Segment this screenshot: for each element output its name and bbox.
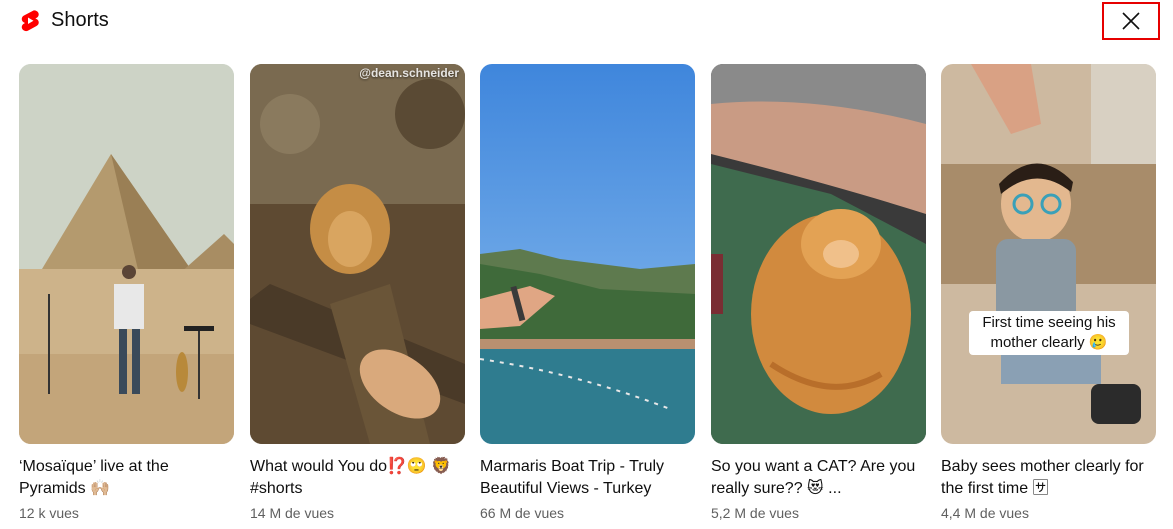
- short-thumbnail[interactable]: [480, 64, 695, 444]
- shorts-logo-icon: [20, 9, 40, 33]
- short-title[interactable]: Marmaris Boat Trip - Truly Beautiful Vie…: [480, 456, 692, 500]
- short-card[interactable]: So you want a CAT? Are you really sure??…: [711, 64, 926, 524]
- short-card[interactable]: ‘Mosaïque’ live at the Pyramids 🙌🏼 12 k …: [19, 64, 234, 524]
- short-thumbnail[interactable]: First time seeing his mother clearly 🥲: [941, 64, 1156, 444]
- close-button[interactable]: [1102, 2, 1160, 40]
- creator-watermark: @dean.schneider: [359, 66, 459, 80]
- close-icon: [1122, 12, 1140, 30]
- short-title[interactable]: What would You do⁉️🙄 🦁 #shorts: [250, 456, 462, 500]
- short-thumbnail[interactable]: @dean.schneider: [250, 64, 465, 444]
- short-card[interactable]: @dean.schneider What would You do⁉️🙄 🦁 #…: [250, 64, 465, 524]
- short-title[interactable]: So you want a CAT? Are you really sure??…: [711, 456, 923, 500]
- short-thumbnail[interactable]: [711, 64, 926, 444]
- short-title[interactable]: Baby sees mother clearly for the first t…: [941, 456, 1153, 500]
- short-card[interactable]: Marmaris Boat Trip - Truly Beautiful Vie…: [480, 64, 695, 524]
- short-views: 14 M de vues: [250, 505, 335, 521]
- page-title: Shorts: [51, 9, 109, 31]
- video-caption: First time seeing his mother clearly 🥲: [969, 311, 1129, 355]
- short-card[interactable]: First time seeing his mother clearly 🥲 B…: [941, 64, 1156, 524]
- short-thumbnail[interactable]: [19, 64, 234, 444]
- short-title[interactable]: ‘Mosaïque’ live at the Pyramids 🙌🏼: [19, 456, 231, 500]
- shorts-header: Shorts: [0, 0, 1173, 44]
- short-views: 5,2 M de vues: [711, 505, 799, 521]
- short-views: 66 M de vues: [480, 505, 565, 521]
- short-views: 4,4 M de vues: [941, 505, 1029, 521]
- shorts-shelf: ‘Mosaïque’ live at the Pyramids 🙌🏼 12 k …: [19, 64, 1159, 524]
- short-views: 12 k vues: [19, 505, 79, 521]
